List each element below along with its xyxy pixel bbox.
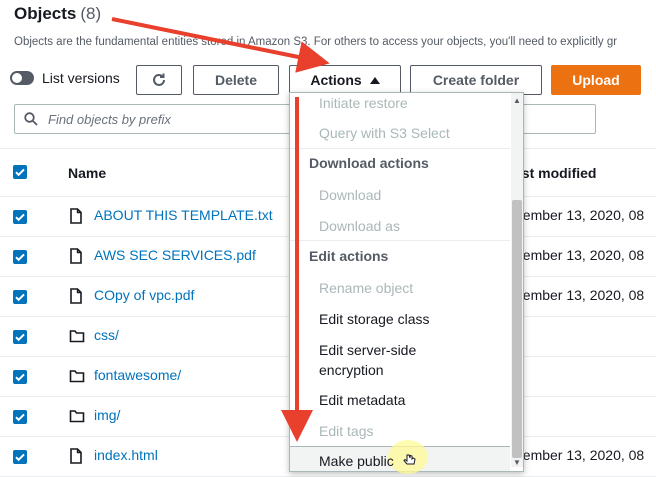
folder-icon bbox=[69, 328, 85, 348]
actions-label: Actions bbox=[310, 72, 362, 88]
folder-icon bbox=[69, 408, 85, 428]
menu-separator bbox=[290, 148, 510, 149]
row-checkbox[interactable] bbox=[13, 290, 27, 304]
list-versions-toggle[interactable] bbox=[10, 71, 34, 85]
title-text: Objects bbox=[14, 4, 77, 23]
menu-item-rename-object: Rename object bbox=[319, 280, 414, 296]
scroll-down-icon[interactable]: ▼ bbox=[513, 458, 521, 467]
menu-item-edit-server-side[interactable]: Edit server-side bbox=[319, 342, 416, 358]
search-placeholder: Find objects by prefix bbox=[48, 112, 171, 127]
menu-item-edit-metadata[interactable]: Edit metadata bbox=[319, 392, 405, 408]
refresh-button[interactable] bbox=[136, 65, 182, 95]
menu-separator bbox=[290, 240, 510, 241]
check-icon bbox=[15, 293, 25, 302]
create-folder-button[interactable]: Create folder bbox=[410, 65, 542, 95]
check-icon bbox=[15, 168, 25, 177]
check-icon bbox=[15, 373, 25, 382]
check-icon bbox=[15, 213, 25, 222]
last-modified-value: ecember 13, 2020, 08 bbox=[508, 287, 645, 303]
object-name-link[interactable]: css/ bbox=[94, 327, 119, 343]
menu-item-edit-storage-class[interactable]: Edit storage class bbox=[319, 311, 430, 327]
check-icon bbox=[15, 453, 25, 462]
object-name-link[interactable]: ABOUT THIS TEMPLATE.txt bbox=[94, 207, 273, 223]
delete-button[interactable]: Delete bbox=[193, 65, 279, 95]
column-header-last-modified[interactable]: ast modified bbox=[514, 165, 596, 181]
file-icon bbox=[69, 288, 83, 309]
upload-button[interactable]: Upload bbox=[551, 65, 641, 95]
object-name-link[interactable]: fontawesome/ bbox=[94, 367, 181, 383]
object-count: (8) bbox=[80, 4, 102, 23]
select-all-checkbox[interactable] bbox=[13, 165, 27, 179]
menu-item-encryption[interactable]: encryption bbox=[319, 362, 384, 378]
last-modified-value: ecember 13, 2020, 08 bbox=[508, 207, 645, 223]
toggle-knob bbox=[12, 73, 22, 83]
last-modified-value: ecember 13, 2020, 08 bbox=[508, 247, 645, 263]
file-icon bbox=[69, 448, 83, 469]
object-name-link[interactable]: index.html bbox=[94, 447, 158, 463]
dropdown-scrollbar-thumb[interactable] bbox=[512, 200, 522, 458]
objects-title: Objects (8) bbox=[14, 4, 101, 24]
file-icon bbox=[69, 208, 83, 229]
menu-item-make-public[interactable]: Make public bbox=[319, 453, 394, 469]
scroll-up-icon[interactable]: ▲ bbox=[513, 96, 521, 105]
menu-group-heading: Download actions bbox=[309, 155, 429, 171]
row-checkbox[interactable] bbox=[13, 250, 27, 264]
file-icon bbox=[69, 248, 83, 269]
check-icon bbox=[15, 333, 25, 342]
caret-up-icon bbox=[369, 76, 380, 84]
check-icon bbox=[15, 253, 25, 262]
menu-item-query-with-s3-select: Query with S3 Select bbox=[319, 125, 450, 141]
object-name-link[interactable]: img/ bbox=[94, 407, 120, 423]
object-name-link[interactable]: AWS SEC SERVICES.pdf bbox=[94, 247, 256, 263]
menu-item-download-as: Download as bbox=[319, 218, 400, 234]
row-checkbox[interactable] bbox=[13, 330, 27, 344]
row-checkbox[interactable] bbox=[13, 370, 27, 384]
refresh-icon bbox=[153, 73, 165, 86]
folder-icon bbox=[69, 368, 85, 388]
menu-item-edit-tags: Edit tags bbox=[319, 423, 374, 439]
menu-item-initiate-restore: Initiate restore bbox=[319, 95, 408, 111]
column-header-name[interactable]: Name bbox=[68, 165, 106, 181]
last-modified-value: ecember 13, 2020, 08 bbox=[508, 447, 645, 463]
row-checkbox[interactable] bbox=[13, 410, 27, 424]
row-checkbox[interactable] bbox=[13, 210, 27, 224]
menu-group-heading: Edit actions bbox=[309, 248, 389, 264]
menu-item-download: Download bbox=[319, 187, 382, 203]
row-checkbox[interactable] bbox=[13, 450, 27, 464]
list-versions-label: List versions bbox=[42, 70, 120, 86]
check-icon bbox=[15, 413, 25, 422]
actions-button[interactable]: Actions bbox=[289, 65, 401, 95]
object-name-link[interactable]: COpy of vpc.pdf bbox=[94, 287, 194, 303]
search-icon bbox=[24, 112, 38, 131]
objects-description: Objects are the fundamental entities sto… bbox=[14, 36, 618, 48]
pointer-icon bbox=[403, 454, 416, 465]
